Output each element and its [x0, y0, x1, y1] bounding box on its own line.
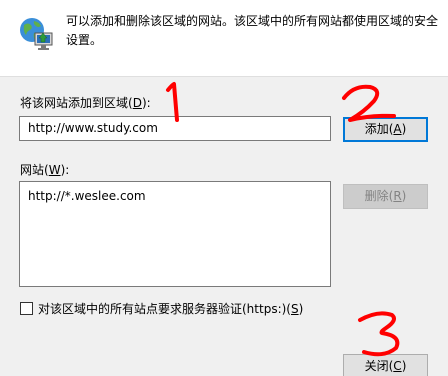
https-checkbox[interactable]	[20, 302, 33, 315]
add-site-label: 将该网站添加到区域(D):	[20, 96, 151, 110]
sites-list[interactable]: http://*.weslee.com	[19, 181, 331, 287]
site-url-input[interactable]: http://www.study.com	[19, 116, 331, 141]
site-list-item[interactable]: http://*.weslee.com	[28, 187, 322, 205]
close-button[interactable]: 关闭(C)	[343, 354, 428, 376]
trusted-sites-dialog: 可以添加和删除该区域的网站。该区域中的所有网站都使用区域的安全设置。 将该网站添…	[0, 0, 448, 376]
zone-description: 可以添加和删除该区域的网站。该区域中的所有网站都使用区域的安全设置。	[66, 14, 439, 47]
sites-label: 网站(W):	[20, 163, 70, 177]
add-button[interactable]: 添加(A)	[343, 117, 428, 142]
dialog-header: 可以添加和删除该区域的网站。该区域中的所有网站都使用区域的安全设置。	[0, 0, 448, 77]
remove-button[interactable]: 删除(R)	[343, 184, 428, 209]
https-checkbox-label[interactable]: 对该区域中的所有站点要求服务器验证(https:)(S)	[38, 300, 303, 317]
globe-monitor-icon	[20, 18, 53, 50]
